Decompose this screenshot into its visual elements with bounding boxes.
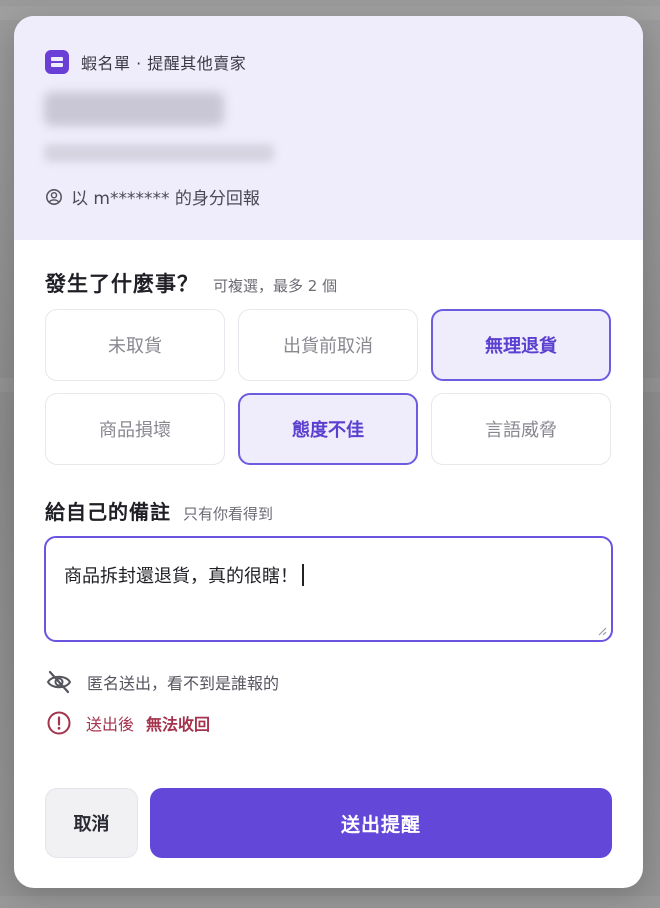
cancel-button[interactable]: 取消 — [45, 788, 138, 858]
redacted-shop-details — [44, 144, 274, 162]
note-textarea[interactable]: 商品拆封還退貨，真的很瞎！ — [44, 536, 613, 642]
eye-off-icon — [46, 670, 72, 694]
report-dialog: 蝦名單 · 提醒其他賣家 以 m******* 的身分回報 發生了什麼事？ 可複… — [14, 16, 643, 888]
option-unreasonable-return[interactable]: 無理退貨 — [431, 309, 611, 381]
resize-handle-icon[interactable] — [597, 626, 607, 636]
submit-reminder-button[interactable]: 送出提醒 — [150, 788, 612, 858]
option-verbal-threat[interactable]: 言語威脅 — [431, 393, 611, 465]
anonymous-notice: 匿名送出，看不到是誰報的 — [45, 668, 279, 696]
question-hint: 可複選，最多 2 個 — [213, 277, 338, 295]
reporter-label: 以 m******* 的身分回報 — [71, 189, 260, 209]
option-damaged-goods[interactable]: 商品損壞 — [45, 393, 225, 465]
anonymous-notice-text: 匿名送出，看不到是誰報的 — [87, 674, 280, 693]
background-row — [0, 896, 660, 908]
warning-emphasis: 無法收回 — [146, 715, 211, 734]
reporter-identity: 以 m******* 的身分回報 — [45, 184, 260, 209]
question-title: 發生了什麼事？ — [45, 272, 199, 296]
list-icon — [45, 50, 69, 74]
note-text: 商品拆封還退貨，真的很瞎！ — [64, 566, 298, 587]
text-caret — [302, 564, 304, 586]
dialog-header: 蝦名單 · 提醒其他賣家 以 m******* 的身分回報 — [14, 16, 643, 240]
note-hint: 只有你看得到 — [183, 505, 274, 523]
question-heading: 發生了什麼事？ 可複選，最多 2 個 — [45, 268, 337, 298]
note-heading: 給自己的備註 只有你看得到 — [45, 496, 273, 525]
option-cancel-before-shipping[interactable]: 出貨前取消 — [238, 309, 418, 381]
redacted-shop-name — [44, 92, 224, 126]
option-no-pickup[interactable]: 未取貨 — [45, 309, 225, 381]
alert-circle-icon — [47, 711, 71, 735]
warning-prefix: 送出後 — [86, 715, 135, 734]
brand-row: 蝦名單 · 提醒其他賣家 — [45, 50, 246, 74]
note-title: 給自己的備註 — [45, 500, 171, 524]
irreversible-warning: 送出後 無法收回 — [46, 710, 210, 736]
brand-title: 蝦名單 · 提醒其他賣家 — [81, 54, 247, 73]
user-circle-icon — [46, 188, 62, 205]
option-bad-attitude[interactable]: 態度不佳 — [238, 393, 418, 465]
